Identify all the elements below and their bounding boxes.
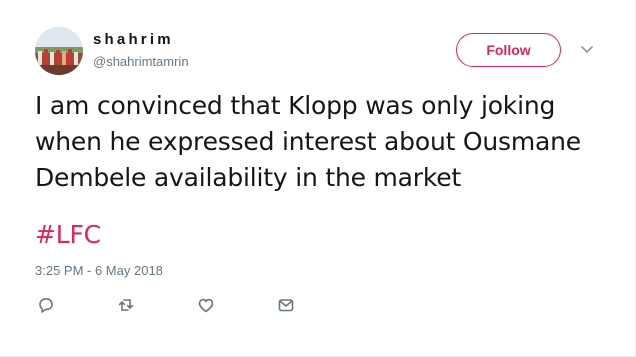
display-name[interactable]: shahrim	[93, 31, 174, 48]
hashtag-link[interactable]: #LFC	[35, 217, 101, 253]
user-handle[interactable]: @shahrimtamrin	[93, 54, 189, 69]
reply-icon[interactable]	[35, 294, 57, 316]
tweet-card: shahrim @shahrimtamrin Follow I am convi…	[0, 0, 636, 357]
tweet-timestamp[interactable]: 3:25 PM - 6 May 2018	[35, 263, 163, 278]
tweet-text: I am convinced that Klopp was only jokin…	[35, 88, 615, 196]
retweet-icon[interactable]	[115, 294, 137, 316]
heart-icon[interactable]	[195, 294, 217, 316]
chevron-down-icon[interactable]	[578, 43, 596, 57]
tweet-text-line: I am convinced that Klopp was only jokin…	[35, 91, 556, 120]
envelope-icon[interactable]	[275, 294, 297, 316]
tweet-text-line: Dembele availability in the market	[35, 163, 462, 192]
tweet-text-line: when he expressed interest about Ousmane	[35, 127, 581, 156]
avatar[interactable]	[35, 27, 83, 75]
follow-button[interactable]: Follow	[456, 33, 561, 67]
